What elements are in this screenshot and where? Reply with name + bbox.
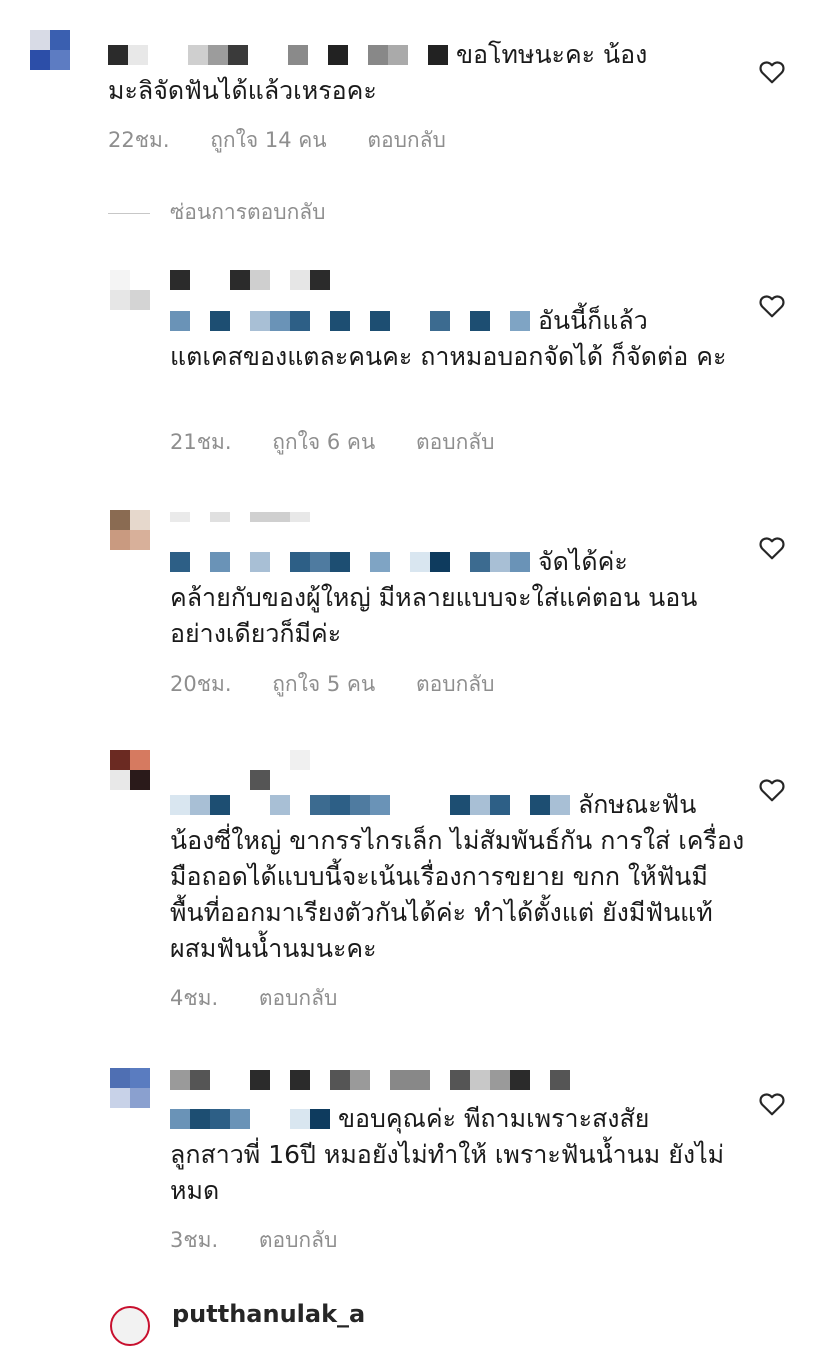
comment-time: 21ชม. bbox=[170, 430, 232, 454]
avatar[interactable] bbox=[110, 270, 150, 310]
comment-meta: 22ชม. ถูกใจ 14 คน ตอบกลับ bbox=[108, 124, 480, 157]
comment-meta: 4ชม. ตอบกลับ bbox=[170, 982, 371, 1015]
comment-meta: 20ชม. ถูกใจ 5 คน ตอบกลับ bbox=[170, 668, 528, 701]
username[interactable]: putthanulak_a bbox=[172, 1300, 365, 1328]
blurred-username bbox=[250, 750, 310, 770]
comment-text: ขอโทษนะคะ น้อง มะลิจัดฟันได้แล้วเหรอคะ bbox=[108, 40, 648, 105]
likes-count[interactable]: ถูกใจ 6 คน bbox=[272, 430, 375, 454]
heart-icon[interactable] bbox=[759, 778, 785, 802]
blurred-username bbox=[170, 512, 310, 522]
comment-meta: 3ชม. ตอบกลับ bbox=[170, 1224, 371, 1257]
comment-time: 4ชม. bbox=[170, 986, 219, 1010]
comment-time: 20ชม. bbox=[170, 672, 232, 696]
reply-button[interactable]: ตอบกลับ bbox=[416, 430, 495, 454]
avatar[interactable] bbox=[30, 30, 70, 70]
reply-button[interactable]: ตอบกลับ bbox=[367, 128, 446, 152]
heart-icon[interactable] bbox=[759, 294, 785, 318]
blurred-username bbox=[170, 1070, 570, 1090]
reply-button[interactable]: ตอบกลับ bbox=[259, 986, 338, 1010]
comment-text: อันนี้ก็แล้ว แตเคสของแตละคนคะ ถาหมอบอกจั… bbox=[170, 306, 727, 371]
blurred-mention bbox=[170, 552, 530, 572]
blurred-mention bbox=[170, 795, 570, 815]
avatar[interactable] bbox=[110, 510, 150, 550]
heart-icon[interactable] bbox=[759, 536, 785, 560]
comment-text: ขอบคุณค่ะ พีถามเพราะสงสัย ลูกสาวพี่ 16ปี… bbox=[170, 1104, 725, 1205]
heart-icon[interactable] bbox=[759, 1092, 785, 1116]
comment-text: ลักษณะฟัน น้องซี่ใหญ่ ขากรรไกรเล็ก ไม่สั… bbox=[170, 790, 745, 963]
reply-button[interactable]: ตอบกลับ bbox=[416, 672, 495, 696]
blurred-username bbox=[108, 45, 448, 65]
blurred-mention bbox=[170, 1109, 330, 1129]
heart-icon[interactable] bbox=[759, 60, 785, 84]
avatar[interactable] bbox=[110, 1306, 150, 1346]
comment-time: 3ชม. bbox=[170, 1228, 219, 1252]
blurred-mention bbox=[170, 311, 530, 331]
comment-text: จัดได้ค่ะ คล้ายกับของผู้ใหญ่ มีหลายแบบจะ… bbox=[170, 547, 698, 648]
comment-time: 22ชม. bbox=[108, 128, 170, 152]
reply-button[interactable]: ตอบกลับ bbox=[259, 1228, 338, 1252]
likes-count[interactable]: ถูกใจ 5 คน bbox=[272, 672, 375, 696]
blurred-username bbox=[170, 270, 330, 290]
avatar[interactable] bbox=[110, 750, 150, 790]
avatar[interactable] bbox=[110, 1068, 150, 1108]
likes-count[interactable]: ถูกใจ 14 คน bbox=[210, 128, 326, 152]
divider-line bbox=[108, 212, 150, 214]
hide-replies-button[interactable]: ซ่อนการตอบกลับ bbox=[108, 196, 326, 226]
comment-meta: 21ชม. ถูกใจ 6 คน ตอบกลับ bbox=[170, 426, 528, 459]
